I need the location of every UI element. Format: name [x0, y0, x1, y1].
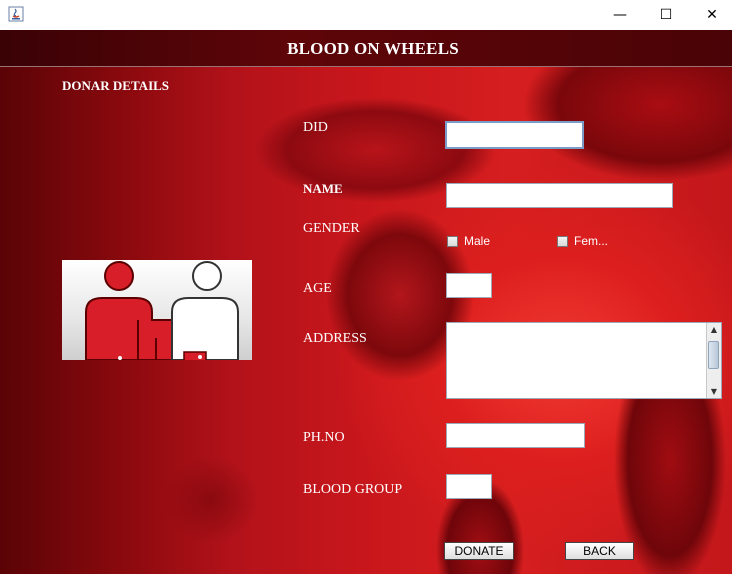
- scroll-thumb[interactable]: [708, 341, 719, 369]
- page-title: BLOOD ON WHEELS: [287, 39, 459, 58]
- window-titlebar: — ☐ ✕: [0, 0, 732, 30]
- form-panel: BLOOD ON WHEELS DONAR DETAILS DID NAME G…: [0, 30, 732, 574]
- name-label: NAME: [303, 181, 343, 196]
- gender-female-label: Fem...: [574, 234, 609, 248]
- scroll-down-arrow-icon[interactable]: ▼: [707, 385, 721, 398]
- checkbox-box[interactable]: [447, 235, 458, 247]
- donor-illustration: [62, 260, 252, 360]
- address-textarea[interactable]: ▲ ▼: [446, 322, 722, 399]
- checkbox-box[interactable]: [557, 235, 568, 247]
- gender-female-checkbox[interactable]: Fem...: [557, 234, 608, 248]
- age-label: AGE: [303, 281, 332, 296]
- address-scrollbar[interactable]: ▲ ▼: [706, 323, 721, 398]
- address-label: ADDRESS: [303, 331, 367, 346]
- gender-label: GENDER: [303, 221, 360, 236]
- gender-male-checkbox[interactable]: Male: [447, 234, 490, 248]
- name-field[interactable]: [446, 183, 673, 208]
- maximize-button[interactable]: ☐: [643, 0, 689, 30]
- donate-button[interactable]: DONATE: [444, 542, 514, 560]
- back-button[interactable]: BACK: [565, 542, 634, 560]
- phone-field[interactable]: [446, 423, 585, 448]
- close-button[interactable]: ✕: [689, 0, 732, 30]
- minimize-button[interactable]: —: [597, 0, 643, 30]
- app-window: — ☐ ✕ BLOOD ON WHEELS DONAR DETAILS DID …: [0, 0, 732, 574]
- age-field[interactable]: [446, 273, 492, 298]
- blood-group-field[interactable]: [446, 474, 492, 499]
- phone-label: PH.NO: [303, 430, 345, 445]
- scroll-up-arrow-icon[interactable]: ▲: [707, 323, 721, 336]
- did-label: DID: [303, 120, 328, 135]
- did-field[interactable]: [445, 121, 584, 149]
- java-app-icon: [8, 6, 24, 22]
- gender-male-label: Male: [464, 234, 491, 248]
- blood-group-label: BLOOD GROUP: [303, 482, 403, 497]
- section-title: DONAR DETAILS: [62, 78, 170, 93]
